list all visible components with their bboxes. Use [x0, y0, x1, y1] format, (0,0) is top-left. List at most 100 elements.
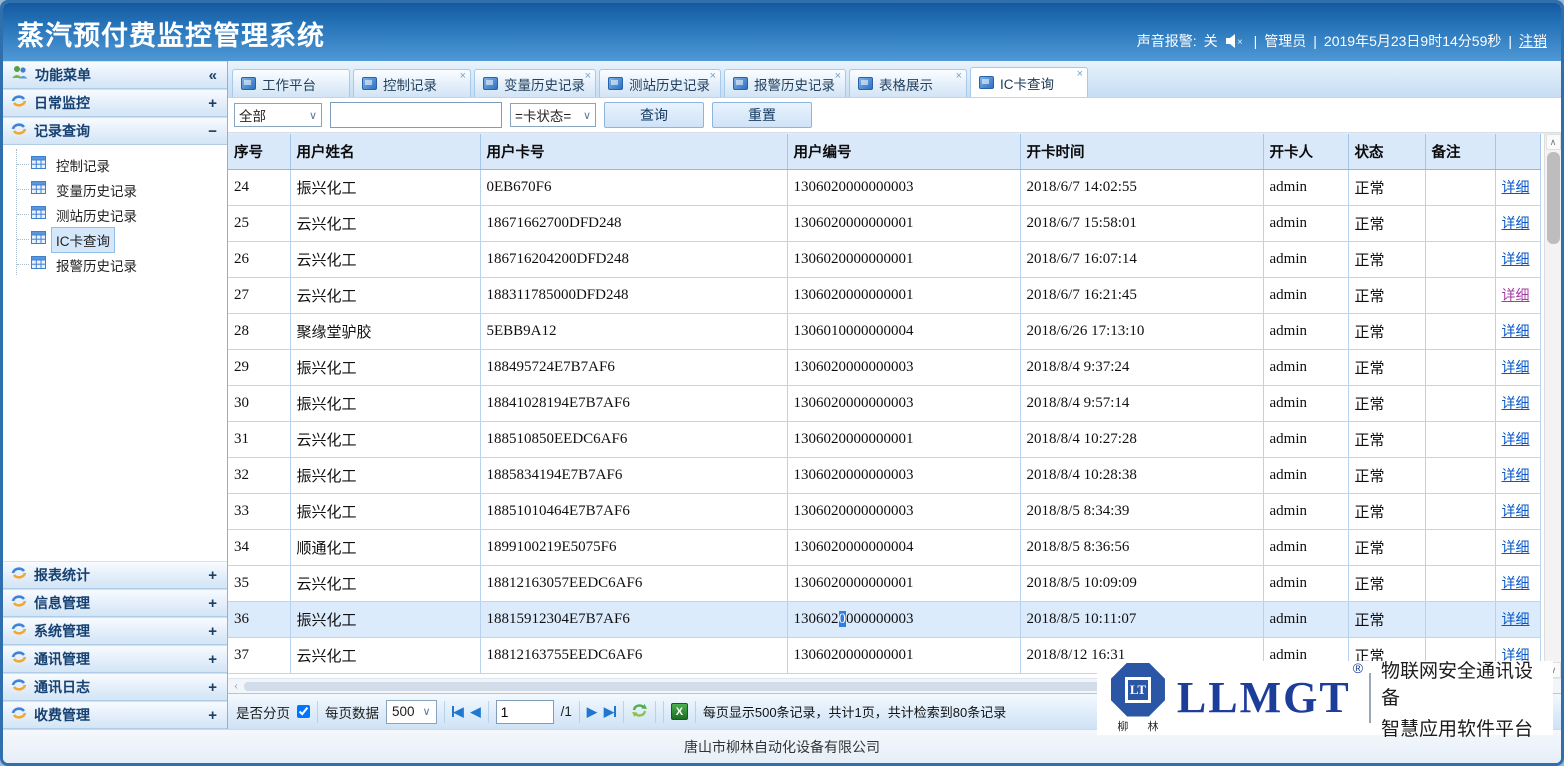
- scroll-up-icon[interactable]: ∧: [1546, 134, 1561, 150]
- sidebar-section-通讯日志[interactable]: 通讯日志+: [3, 673, 227, 701]
- detail-link[interactable]: 详细: [1502, 539, 1530, 555]
- category-select[interactable]: 全部 ∨: [234, 103, 322, 127]
- sidebar-section-记录查询[interactable]: 记录查询−: [3, 117, 227, 145]
- speaker-mute-icon[interactable]: ×: [1225, 33, 1247, 49]
- table-row[interactable]: 24振兴化工0EB670F613060200000000032018/6/7 1…: [228, 169, 1540, 205]
- per-page-select[interactable]: 500 ∨: [386, 700, 437, 724]
- tab-测站历史记录[interactable]: 测站历史记录×: [599, 69, 721, 97]
- tab-控制记录[interactable]: 控制记录×: [353, 69, 471, 97]
- detail-link[interactable]: 详细: [1502, 467, 1530, 483]
- table-cell: 2018/8/5 8:34:39: [1020, 493, 1263, 529]
- tab-变量历史记录[interactable]: 变量历史记录×: [474, 69, 596, 97]
- page-number-input[interactable]: [496, 700, 554, 724]
- prev-page-button[interactable]: ◀: [471, 704, 481, 720]
- header-bar: 蒸汽预付费监控管理系统 声音报警: 关 × | 管理员 | 2019年5月23日…: [3, 3, 1561, 61]
- expand-toggle-icon[interactable]: +: [208, 679, 217, 696]
- paginate-label: 是否分页: [236, 702, 290, 722]
- expand-toggle-icon[interactable]: +: [208, 567, 217, 584]
- sidebar-section-报表统计[interactable]: 报表统计+: [3, 561, 227, 589]
- detail-link[interactable]: 详细: [1502, 323, 1530, 339]
- detail-link[interactable]: 详细: [1502, 215, 1530, 231]
- keyword-input[interactable]: [330, 102, 502, 128]
- refresh-icon[interactable]: [631, 702, 648, 722]
- expand-toggle-icon[interactable]: +: [208, 595, 217, 612]
- sidebar-item-报警历史记录[interactable]: 报警历史记录: [9, 252, 227, 277]
- close-icon[interactable]: ×: [585, 71, 591, 82]
- table-cell: [1425, 457, 1495, 493]
- paginate-checkbox[interactable]: [297, 705, 310, 718]
- sidebar-item-变量历史记录[interactable]: 变量历史记录: [9, 177, 227, 202]
- first-page-button[interactable]: ◀: [452, 704, 464, 720]
- sidebar-section-收费管理[interactable]: 收费管理+: [3, 701, 227, 729]
- table-cell: 27: [228, 277, 290, 313]
- close-icon[interactable]: ×: [1077, 69, 1083, 80]
- expand-toggle-icon[interactable]: +: [208, 95, 217, 112]
- table-row[interactable]: 31云兴化工188510850EEDC6AF613060200000000012…: [228, 421, 1540, 457]
- tab-工作平台[interactable]: 工作平台: [232, 69, 350, 97]
- expand-toggle-icon[interactable]: −: [208, 123, 217, 140]
- tab-报警历史记录[interactable]: 报警历史记录×: [724, 69, 846, 97]
- sidebar-item-控制记录[interactable]: 控制记录: [9, 152, 227, 177]
- next-page-button[interactable]: ▶: [587, 704, 597, 720]
- detail-link[interactable]: 详细: [1502, 575, 1530, 591]
- sidebar-collapse-icon[interactable]: «: [209, 67, 217, 84]
- sidebar-section-通讯管理[interactable]: 通讯管理+: [3, 645, 227, 673]
- table-row[interactable]: 33振兴化工18851010464E7B7AF61306020000000003…: [228, 493, 1540, 529]
- table-row[interactable]: 36振兴化工18815912304E7B7AF61306020000000003…: [228, 601, 1540, 637]
- table-row[interactable]: 34顺通化工1899100219E5075F613060200000000042…: [228, 529, 1540, 565]
- table-cell: 37: [228, 637, 290, 673]
- cell-detail: 详细: [1495, 529, 1540, 565]
- column-header-序号: 序号: [228, 134, 290, 169]
- tab-IC卡查询[interactable]: IC卡查询×: [970, 67, 1088, 97]
- table-row[interactable]: 29振兴化工188495724E7B7AF6130602000000000320…: [228, 349, 1540, 385]
- table-cell: admin: [1263, 529, 1348, 565]
- sidebar-item-IC卡查询[interactable]: IC卡查询: [9, 227, 227, 252]
- expand-toggle-icon[interactable]: +: [208, 707, 217, 724]
- expand-toggle-icon[interactable]: +: [208, 651, 217, 668]
- detail-link[interactable]: 详细: [1502, 503, 1530, 519]
- sound-alarm-state[interactable]: 关: [1204, 31, 1218, 51]
- sidebar-section-日常监控[interactable]: 日常监控+: [3, 89, 227, 117]
- detail-link[interactable]: 详细: [1502, 359, 1530, 375]
- table-row[interactable]: 25云兴化工18671662700DFD24813060200000000012…: [228, 205, 1540, 241]
- table-row[interactable]: 27云兴化工188311785000DFD2481306020000000001…: [228, 277, 1540, 313]
- cell-detail: 详细: [1495, 565, 1540, 601]
- detail-link[interactable]: 详细: [1502, 287, 1530, 303]
- sidebar-menu-header[interactable]: 功能菜单 «: [3, 61, 227, 89]
- expand-toggle-icon[interactable]: +: [208, 623, 217, 640]
- detail-link[interactable]: 详细: [1502, 251, 1530, 267]
- close-icon[interactable]: ×: [956, 71, 962, 82]
- table-row[interactable]: 30振兴化工18841028194E7B7AF61306020000000003…: [228, 385, 1540, 421]
- table-row[interactable]: 32振兴化工1885834194E7B7AF613060200000000032…: [228, 457, 1540, 493]
- close-icon[interactable]: ×: [835, 71, 841, 82]
- close-icon[interactable]: ×: [460, 71, 466, 82]
- logo-cn-name: 柳 林: [1109, 718, 1166, 734]
- sync-icon: [11, 622, 27, 641]
- sidebar-sections-top: 日常监控+记录查询−: [3, 89, 227, 145]
- table-cell: 18851010464E7B7AF6: [480, 493, 787, 529]
- app-window: 蒸汽预付费监控管理系统 声音报警: 关 × | 管理员 | 2019年5月23日…: [0, 0, 1564, 766]
- detail-link[interactable]: 详细: [1502, 179, 1530, 195]
- detail-link[interactable]: 详细: [1502, 431, 1530, 447]
- vertical-scrollbar[interactable]: ∧ ∨: [1544, 134, 1561, 678]
- table-row[interactable]: 35云兴化工18812163057EEDC6AF6130602000000000…: [228, 565, 1540, 601]
- document-icon: [608, 77, 623, 90]
- table-row[interactable]: 28聚缘堂驴胶5EBB9A1213060100000000042018/6/26…: [228, 313, 1540, 349]
- reset-button[interactable]: 重置: [712, 102, 812, 128]
- card-status-select[interactable]: =卡状态= ∨: [510, 103, 596, 127]
- scroll-left-icon[interactable]: ‹: [228, 681, 244, 692]
- sidebar-section-信息管理[interactable]: 信息管理+: [3, 589, 227, 617]
- tab-表格展示[interactable]: 表格展示×: [849, 69, 967, 97]
- sidebar-section-系统管理[interactable]: 系统管理+: [3, 617, 227, 645]
- export-excel-icon[interactable]: X: [671, 703, 688, 720]
- sidebar-item-测站历史记录[interactable]: 测站历史记录: [9, 202, 227, 227]
- table-header-row: 序号用户姓名用户卡号用户编号开卡时间开卡人状态备注: [228, 134, 1540, 169]
- detail-link[interactable]: 详细: [1502, 611, 1530, 627]
- logout-link[interactable]: 注销: [1519, 31, 1547, 51]
- table-row[interactable]: 26云兴化工186716204200DFD2481306020000000001…: [228, 241, 1540, 277]
- last-page-button[interactable]: ▶: [604, 704, 616, 720]
- close-icon[interactable]: ×: [710, 71, 716, 82]
- detail-link[interactable]: 详细: [1502, 395, 1530, 411]
- search-button[interactable]: 查询: [604, 102, 704, 128]
- vertical-scroll-thumb[interactable]: [1547, 152, 1560, 244]
